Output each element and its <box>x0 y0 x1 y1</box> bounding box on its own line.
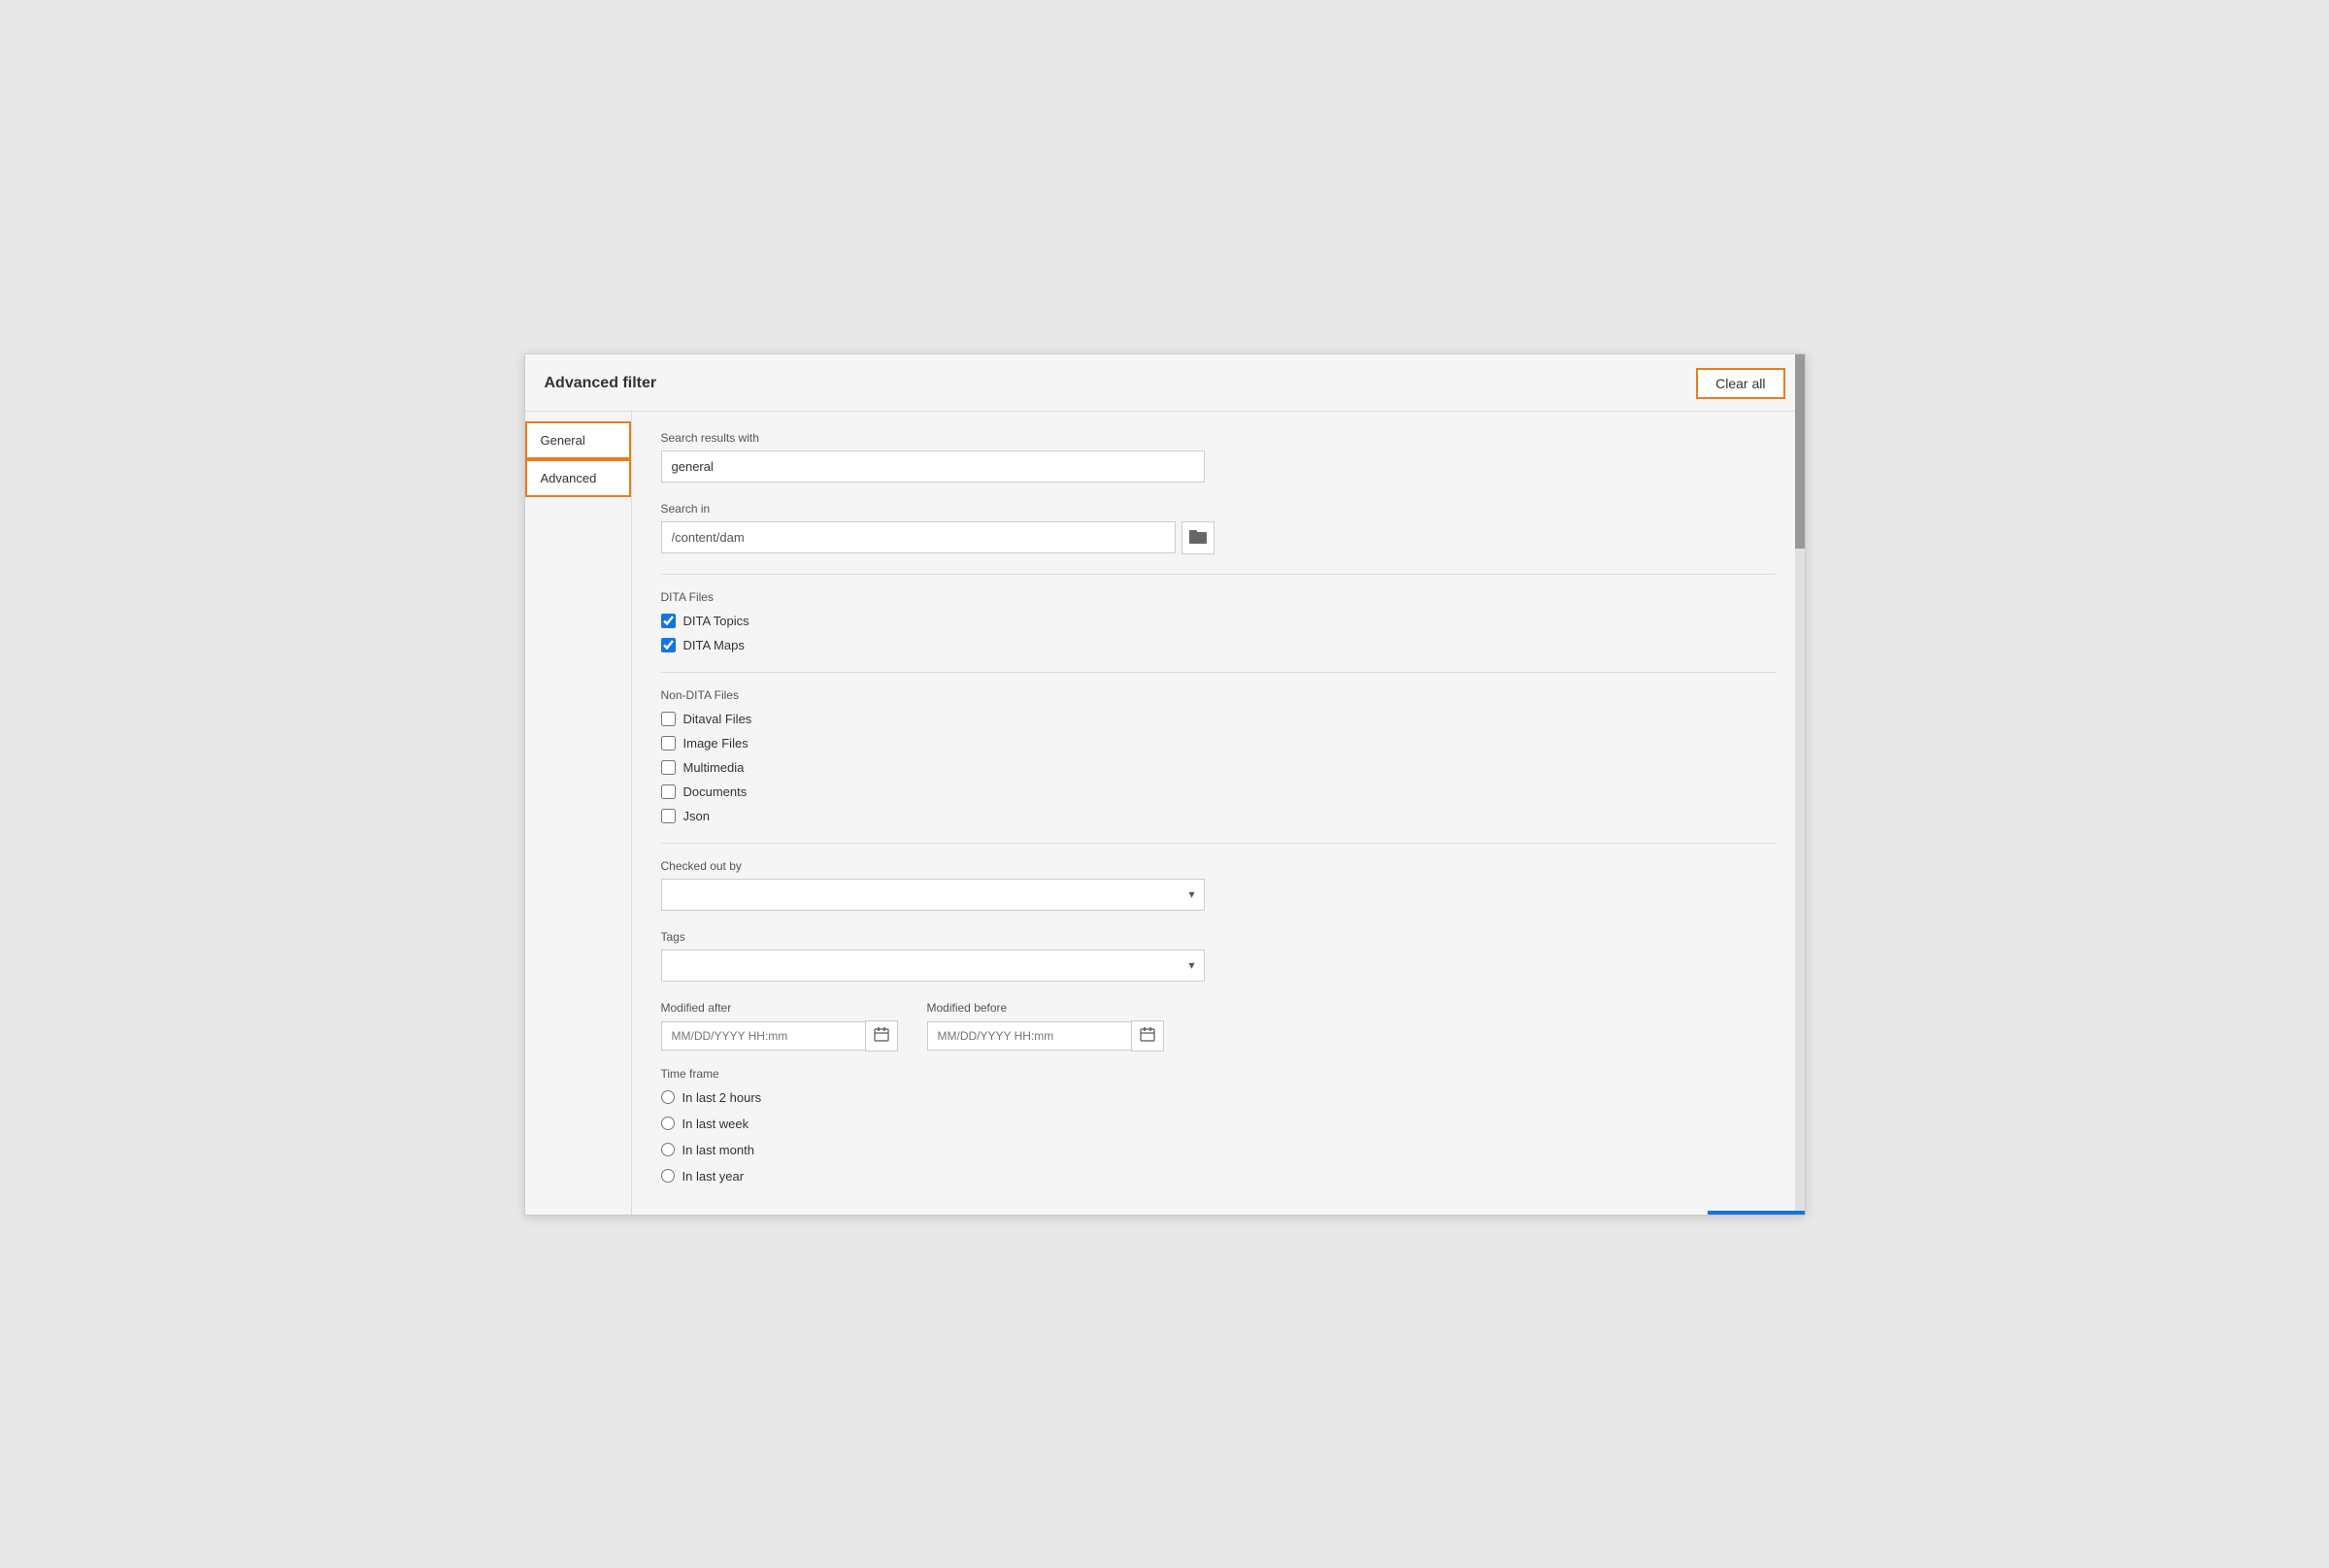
radio-row-year: In last year <box>661 1169 1776 1184</box>
advanced-filter-dialog: Advanced filter Clear all General Advanc… <box>524 353 1806 1216</box>
divider-1 <box>661 574 1776 575</box>
ditaval-checkbox[interactable] <box>661 712 676 726</box>
documents-row: Documents <box>661 784 1776 799</box>
dita-files-section: DITA Files DITA Topics DITA Maps <box>661 590 1776 652</box>
modified-after-label: Modified after <box>661 1001 898 1015</box>
image-files-label: Image Files <box>683 736 749 751</box>
search-results-label: Search results with <box>661 431 1776 445</box>
dita-maps-checkbox[interactable] <box>661 638 676 652</box>
json-label: Json <box>683 809 710 823</box>
radio-year-label: In last year <box>682 1169 745 1184</box>
scrollbar-track[interactable] <box>1795 354 1805 1215</box>
tags-section: Tags ▾ <box>661 930 1776 982</box>
clear-all-button[interactable]: Clear all <box>1696 368 1784 399</box>
ditaval-label: Ditaval Files <box>683 712 752 726</box>
checked-out-label: Checked out by <box>661 859 1776 873</box>
date-row: Modified after <box>661 1001 1776 1051</box>
sidebar-item-advanced[interactable]: Advanced <box>525 459 631 497</box>
calendar-before-icon <box>1140 1026 1155 1045</box>
scrollbar-thumb[interactable] <box>1795 354 1805 549</box>
dialog-body: General Advanced Search results with Sea… <box>525 412 1805 1215</box>
dita-files-label: DITA Files <box>661 590 1776 604</box>
search-in-section: Search in <box>661 502 1776 554</box>
radio-row-month: In last month <box>661 1143 1776 1157</box>
radio-month-label: In last month <box>682 1143 754 1157</box>
tags-select-wrapper: ▾ <box>661 950 1205 982</box>
search-results-input[interactable] <box>661 450 1205 483</box>
radio-row-2hours: In last 2 hours <box>661 1090 1776 1105</box>
documents-checkbox[interactable] <box>661 784 676 799</box>
sidebar-item-general[interactable]: General <box>525 421 631 459</box>
radio-2hours-label: In last 2 hours <box>682 1090 762 1105</box>
radio-month[interactable] <box>661 1143 675 1156</box>
json-row: Json <box>661 809 1776 823</box>
checked-out-select-wrapper: ▾ <box>661 879 1205 911</box>
radio-2hours[interactable] <box>661 1090 675 1104</box>
dita-topics-label: DITA Topics <box>683 614 749 628</box>
bottom-progress-bar <box>1708 1211 1805 1215</box>
folder-icon <box>1189 528 1207 547</box>
non-dita-files-section: Non-DITA Files Ditaval Files Image Files… <box>661 688 1776 823</box>
dita-topics-row: DITA Topics <box>661 614 1776 628</box>
search-in-row <box>661 521 1776 554</box>
radio-year[interactable] <box>661 1169 675 1183</box>
timeframe-section: Time frame In last 2 hours In last week … <box>661 1067 1776 1184</box>
modified-before-calendar-button[interactable] <box>1131 1020 1164 1051</box>
divider-2 <box>661 672 1776 673</box>
radio-week-label: In last week <box>682 1117 749 1131</box>
dialog-header: Advanced filter Clear all <box>525 354 1805 412</box>
image-files-checkbox[interactable] <box>661 736 676 751</box>
modified-after-input-wrapper <box>661 1020 898 1051</box>
radio-row-week: In last week <box>661 1117 1776 1131</box>
main-content: Search results with Search in <box>632 412 1805 1215</box>
search-results-section: Search results with <box>661 431 1776 483</box>
dita-maps-label: DITA Maps <box>683 638 745 652</box>
modified-before-field: Modified before <box>927 1001 1164 1051</box>
modified-before-input-wrapper <box>927 1020 1164 1051</box>
search-in-input[interactable] <box>661 521 1176 553</box>
tags-label: Tags <box>661 930 1776 944</box>
folder-browse-button[interactable] <box>1181 521 1214 554</box>
checked-out-select[interactable] <box>661 879 1205 911</box>
dialog-title: Advanced filter <box>545 375 657 392</box>
documents-label: Documents <box>683 784 748 799</box>
modified-before-input[interactable] <box>927 1021 1131 1051</box>
timeframe-label: Time frame <box>661 1067 1776 1081</box>
multimedia-label: Multimedia <box>683 760 745 775</box>
dita-topics-checkbox[interactable] <box>661 614 676 628</box>
image-row: Image Files <box>661 736 1776 751</box>
checked-out-section: Checked out by ▾ <box>661 859 1776 911</box>
search-in-label: Search in <box>661 502 1776 516</box>
tags-select[interactable] <box>661 950 1205 982</box>
calendar-icon <box>874 1026 889 1045</box>
modified-after-input[interactable] <box>661 1021 865 1051</box>
modified-after-field: Modified after <box>661 1001 898 1051</box>
multimedia-row: Multimedia <box>661 760 1776 775</box>
modified-before-label: Modified before <box>927 1001 1164 1015</box>
dita-maps-row: DITA Maps <box>661 638 1776 652</box>
ditaval-row: Ditaval Files <box>661 712 1776 726</box>
json-checkbox[interactable] <box>661 809 676 823</box>
multimedia-checkbox[interactable] <box>661 760 676 775</box>
modified-after-calendar-button[interactable] <box>865 1020 898 1051</box>
divider-3 <box>661 843 1776 844</box>
sidebar: General Advanced <box>525 412 632 1215</box>
non-dita-files-label: Non-DITA Files <box>661 688 1776 702</box>
radio-week[interactable] <box>661 1117 675 1130</box>
